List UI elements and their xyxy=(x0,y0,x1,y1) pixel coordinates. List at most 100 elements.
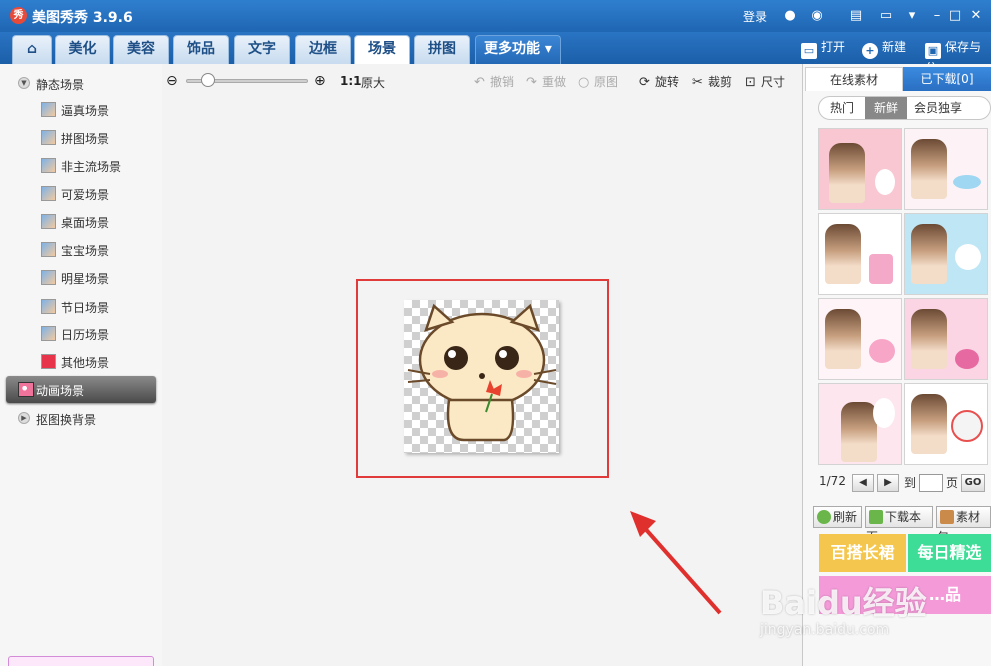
document-icon[interactable]: ▤ xyxy=(847,7,865,25)
material-thumbnail[interactable] xyxy=(904,128,988,210)
scene-item-label: 日历场景 xyxy=(61,328,110,342)
tab-more-functions[interactable]: 更多功能 ▾ xyxy=(475,35,561,64)
static-scene-group[interactable]: ▼ 静态场景 xyxy=(0,72,162,94)
actual-size-button[interactable]: 1:1 xyxy=(340,74,362,88)
scene-thumb-icon xyxy=(41,102,56,117)
scene-item-baby[interactable]: 宝宝场景 xyxy=(0,238,162,260)
size-button[interactable]: ⊡ 尺寸 xyxy=(745,73,785,90)
cutout-background-label: 抠图换背景 xyxy=(36,413,97,427)
scene-item-realistic[interactable]: 逼真场景 xyxy=(0,98,162,120)
scene-item-label: 逼真场景 xyxy=(61,104,110,118)
crop-icon: ✂ xyxy=(692,75,703,90)
cat-sticker-image[interactable] xyxy=(404,300,559,453)
baidu-watermark: Baidu经验 xyxy=(760,584,927,622)
tab-text[interactable]: 文字 xyxy=(234,35,290,64)
download-page-button[interactable]: 下载本页 xyxy=(865,506,933,544)
material-thumbnail[interactable] xyxy=(818,213,902,295)
tab-scene[interactable]: 场景 xyxy=(354,35,410,64)
close-icon[interactable]: ✕ xyxy=(967,7,985,25)
material-thumbnail[interactable] xyxy=(818,298,902,380)
scene-item-alternative[interactable]: 非主流场景 xyxy=(0,154,162,176)
tab-accessories[interactable]: 饰品 xyxy=(173,35,229,64)
cutout-background-group[interactable]: ▶ 抠图换背景 xyxy=(0,407,162,429)
refresh-button[interactable]: 刷新 xyxy=(813,506,862,528)
scene-item-other[interactable]: 其他场景 xyxy=(0,350,162,372)
rotate-button[interactable]: ⟳ 旋转 xyxy=(639,73,679,90)
redo-button[interactable]: ↷ 重做 xyxy=(526,73,566,90)
scene-item-cute[interactable]: 可爱场景 xyxy=(0,182,162,204)
scene-item-label: 桌面场景 xyxy=(61,216,110,230)
filter-fresh[interactable]: 新鲜 xyxy=(865,97,907,119)
banner-long-skirt[interactable]: 百搭长裙 xyxy=(819,534,906,572)
banner-daily-pick[interactable]: 每日精选 xyxy=(908,534,991,572)
open-button[interactable]: ▭ 打开 xyxy=(801,38,845,59)
crop-button[interactable]: ✂ 裁剪 xyxy=(692,73,732,90)
qq-icon[interactable]: ● xyxy=(781,7,799,25)
app-title: 美图秀秀 3.9.6 xyxy=(32,10,133,26)
annotation-arrow xyxy=(630,511,722,615)
package-icon xyxy=(940,510,954,524)
bottom-promo-banner[interactable] xyxy=(8,656,154,666)
scene-item-celebrity[interactable]: 明星场景 xyxy=(0,266,162,288)
original-image-button[interactable]: ○ 原图 xyxy=(578,73,618,90)
filter-vip[interactable]: 会员独享 xyxy=(909,97,967,119)
scene-item-calendar[interactable]: 日历场景 xyxy=(0,322,162,344)
page-unit-label: 页 xyxy=(946,476,959,490)
undo-button[interactable]: ↶ 撤销 xyxy=(474,73,514,90)
menu-icon[interactable]: ▾ xyxy=(903,7,921,25)
material-thumbnail[interactable] xyxy=(818,383,902,465)
scene-item-label: 非主流场景 xyxy=(61,160,122,174)
material-thumbnail[interactable] xyxy=(904,298,988,380)
page-indicator: 1/72 xyxy=(819,474,846,488)
redo-icon: ↷ xyxy=(526,75,537,90)
zoom-slider-handle[interactable] xyxy=(201,73,215,87)
redo-label: 重做 xyxy=(542,75,567,89)
login-link[interactable]: 登录 xyxy=(743,8,767,25)
go-button[interactable]: GO xyxy=(961,474,985,492)
tab-collage[interactable]: 拼图 xyxy=(414,35,470,64)
scene-item-desktop[interactable]: 桌面场景 xyxy=(0,210,162,232)
tab-home[interactable]: ⌂ xyxy=(12,35,52,64)
refresh-label: 刷新 xyxy=(833,510,858,524)
undo-label: 撤销 xyxy=(490,75,515,89)
scene-thumb-icon xyxy=(41,242,56,257)
page-number-input[interactable] xyxy=(919,474,943,492)
material-pack-button[interactable]: 素材包 xyxy=(936,506,991,544)
animation-scene-item[interactable]: 动画场景 xyxy=(6,376,156,403)
message-icon[interactable]: ▭ xyxy=(877,7,895,25)
tab-face[interactable]: 美容 xyxy=(113,35,169,64)
scene-thumb-icon xyxy=(41,158,56,173)
scene-item-label: 拼图场景 xyxy=(61,132,110,146)
scene-item-holiday[interactable]: 节日场景 xyxy=(0,295,162,317)
material-thumbnail[interactable] xyxy=(904,213,988,295)
new-button[interactable]: + 新建 xyxy=(862,38,906,59)
original-size-label[interactable]: 原大 xyxy=(361,74,385,91)
app-logo: 秀 xyxy=(10,7,27,24)
download-icon xyxy=(869,510,883,524)
tab-downloaded[interactable]: 已下载[0] xyxy=(903,67,991,91)
zoom-in-icon[interactable]: ⊕ xyxy=(314,73,330,89)
scene-item-label: 节日场景 xyxy=(61,301,110,315)
tab-border[interactable]: 边框 xyxy=(295,35,351,64)
filter-hot[interactable]: 热门 xyxy=(820,97,864,119)
zoom-out-icon[interactable]: ⊖ xyxy=(166,73,182,89)
material-thumbnail-grid xyxy=(818,128,991,465)
scene-thumb-icon xyxy=(41,214,56,229)
next-page-button[interactable]: ▶ xyxy=(877,474,899,492)
tab-online-materials[interactable]: 在线素材 xyxy=(805,67,903,91)
crop-label: 裁剪 xyxy=(708,75,733,89)
material-thumbnail[interactable] xyxy=(818,128,902,210)
more-functions-label: 更多功能 xyxy=(484,41,541,57)
maximize-icon[interactable]: □ xyxy=(946,7,964,25)
minimize-icon[interactable]: – xyxy=(928,7,946,25)
size-label: 尺寸 xyxy=(761,75,786,89)
weibo-icon[interactable]: ◉ xyxy=(808,7,826,25)
scene-item-collage[interactable]: 拼图场景 xyxy=(0,126,162,148)
scene-category-panel: ▼ 静态场景 逼真场景 拼图场景 非主流场景 可爱场景 桌面场景 宝宝场景 明星… xyxy=(0,64,162,666)
calendar-icon xyxy=(41,326,56,341)
material-thumbnail[interactable] xyxy=(904,383,988,465)
scene-item-label: 宝宝场景 xyxy=(61,244,110,258)
prev-page-button[interactable]: ◀ xyxy=(852,474,874,492)
animation-scene-label: 动画场景 xyxy=(36,384,85,398)
tab-beautify[interactable]: 美化 xyxy=(55,35,110,64)
